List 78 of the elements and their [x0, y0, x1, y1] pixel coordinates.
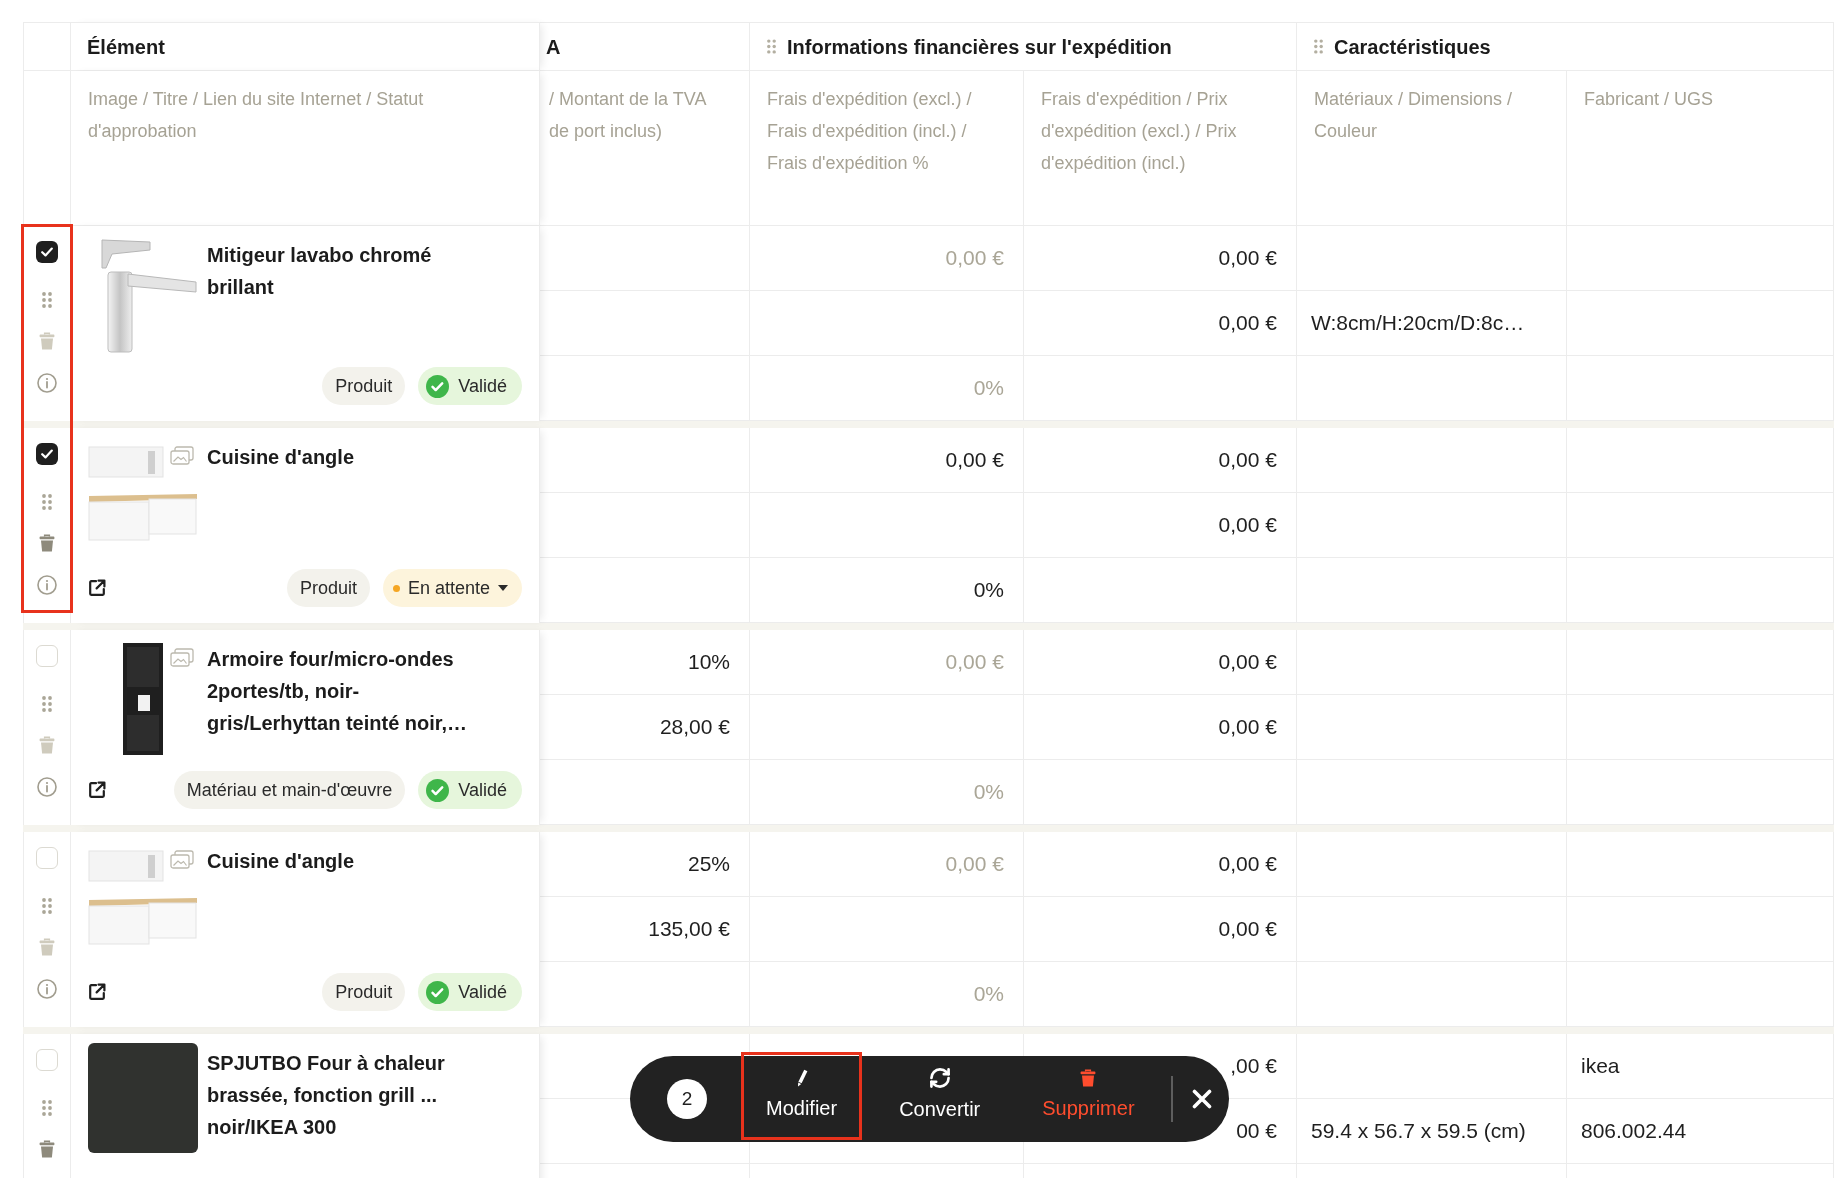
status-label: Validé — [458, 980, 507, 1004]
check-circle-icon — [426, 778, 450, 802]
row-checkbox[interactable] — [36, 443, 58, 465]
external-link-icon[interactable] — [88, 579, 106, 597]
column-subtitle: Frais d'expédition / Prix d'expédition (excl.) / Prix d'expédition (incl.) — [1041, 88, 1238, 175]
table-cell: 0,00 € — [750, 832, 1024, 897]
column-subtitle: de port inclus) — [549, 120, 663, 143]
table-cell: 806.002.44 — [1567, 1099, 1834, 1164]
refresh-icon — [929, 1068, 950, 1088]
column-group-title: Caractéristiques — [1334, 34, 1491, 60]
status-dropdown[interactable]: En attente — [382, 569, 522, 607]
edit-button[interactable]: Modifier — [741, 1052, 863, 1140]
product-title: Mitigeur lavabo chromé brillant — [207, 243, 433, 300]
table-cell: 0,00 € — [750, 428, 1024, 493]
drag-handle-icon[interactable] — [42, 898, 52, 914]
check-circle-icon — [426, 374, 450, 398]
table-cell: ikea — [1567, 1034, 1834, 1099]
column-group-title: Élément — [87, 34, 165, 60]
table-cell: 0,00 € — [1024, 226, 1297, 291]
info-icon[interactable] — [37, 979, 57, 999]
table-cell: 0,00 € — [1024, 695, 1297, 760]
trash-icon — [1080, 1069, 1097, 1087]
external-link-icon[interactable] — [88, 983, 106, 1001]
row-checkbox[interactable] — [36, 847, 58, 869]
drag-handle-icon[interactable] — [42, 292, 52, 308]
info-icon[interactable] — [37, 373, 57, 393]
column-subtitle: Matériaux / Dimensions / Couleur — [1314, 88, 1514, 143]
table-cell: 0,00 € — [750, 226, 1024, 291]
table-cell: 0,00 € — [1024, 428, 1297, 493]
trash-icon[interactable] — [39, 1140, 55, 1158]
type-badge: Produit — [322, 973, 406, 1011]
table-cell: 10% — [540, 630, 750, 695]
close-icon — [1191, 1089, 1212, 1109]
check-icon — [41, 449, 53, 459]
product-title: SPJUTBO Four à chaleur brassée, fonction grill ... noir/IKEA 300 — [207, 1051, 446, 1140]
selection-count: 2 — [667, 1079, 707, 1119]
table-cell: 25% — [540, 832, 750, 897]
product-title: Cuisine d'angle — [207, 445, 355, 470]
table-cell: 135,00 € — [540, 897, 750, 962]
table-cell: 59.4 x 56.7 x 59.5 (cm) — [1297, 1099, 1567, 1164]
column-subtitle: / Montant de la TVA — [549, 88, 707, 111]
table-cell: 0,00 € — [1024, 291, 1297, 356]
check-circle-icon — [426, 980, 450, 1004]
drag-handle-icon[interactable] — [42, 494, 52, 510]
table-cell: 0,00 € — [750, 630, 1024, 695]
column-subtitle: Fabricant / UGS — [1584, 88, 1715, 111]
table-cell: 0,00 € — [1024, 832, 1297, 897]
info-icon[interactable] — [37, 777, 57, 797]
pencil-icon — [795, 1069, 808, 1087]
drag-handle-icon[interactable] — [1314, 39, 1323, 54]
drag-handle-icon[interactable] — [42, 696, 52, 712]
caret-icon — [498, 585, 508, 591]
external-link-icon[interactable] — [88, 781, 106, 799]
row-checkbox[interactable] — [36, 645, 58, 667]
column-subtitle: Frais d'expédition (excl.) / Frais d'expédition (incl.) / Frais d'expédition % — [767, 88, 973, 175]
type-badge: Produit — [286, 569, 370, 607]
type-badge: Produit — [322, 367, 406, 405]
status-label: Validé — [458, 778, 507, 802]
row-checkbox[interactable] — [36, 1049, 58, 1071]
table-cell: W:8cm/H:20cm/D:8c… — [1297, 291, 1567, 356]
table-cell: 0,00 € — [1024, 630, 1297, 695]
product-title: Armoire four/micro-ondes 2portes/tb, noir-gris/Lerhyttan teinté noir,… — [207, 647, 469, 736]
type-badge: Matériau et main-d'œuvre — [173, 771, 406, 809]
row-checkbox[interactable] — [36, 241, 58, 263]
convert-button[interactable]: Convertir — [874, 1052, 1006, 1140]
drag-handle-icon[interactable] — [42, 1100, 52, 1116]
drag-handle-icon[interactable] — [767, 39, 776, 54]
table-cell: 0,00 € — [1024, 493, 1297, 558]
status-label: Validé — [458, 374, 507, 398]
table-cell: 0,00 € — [1024, 897, 1297, 962]
column-group-title: Informations financières sur l'expédition — [787, 34, 1172, 60]
table-cell: 28,00 € — [540, 695, 750, 760]
trash-icon[interactable] — [39, 534, 55, 552]
column-group-title: A — [546, 34, 561, 60]
check-icon — [41, 247, 53, 257]
column-subtitle: Image / Titre / Lien du site Internet / Statut d'approbation — [88, 88, 425, 143]
product-title: Cuisine d'angle — [207, 849, 355, 874]
info-icon[interactable] — [37, 575, 57, 595]
